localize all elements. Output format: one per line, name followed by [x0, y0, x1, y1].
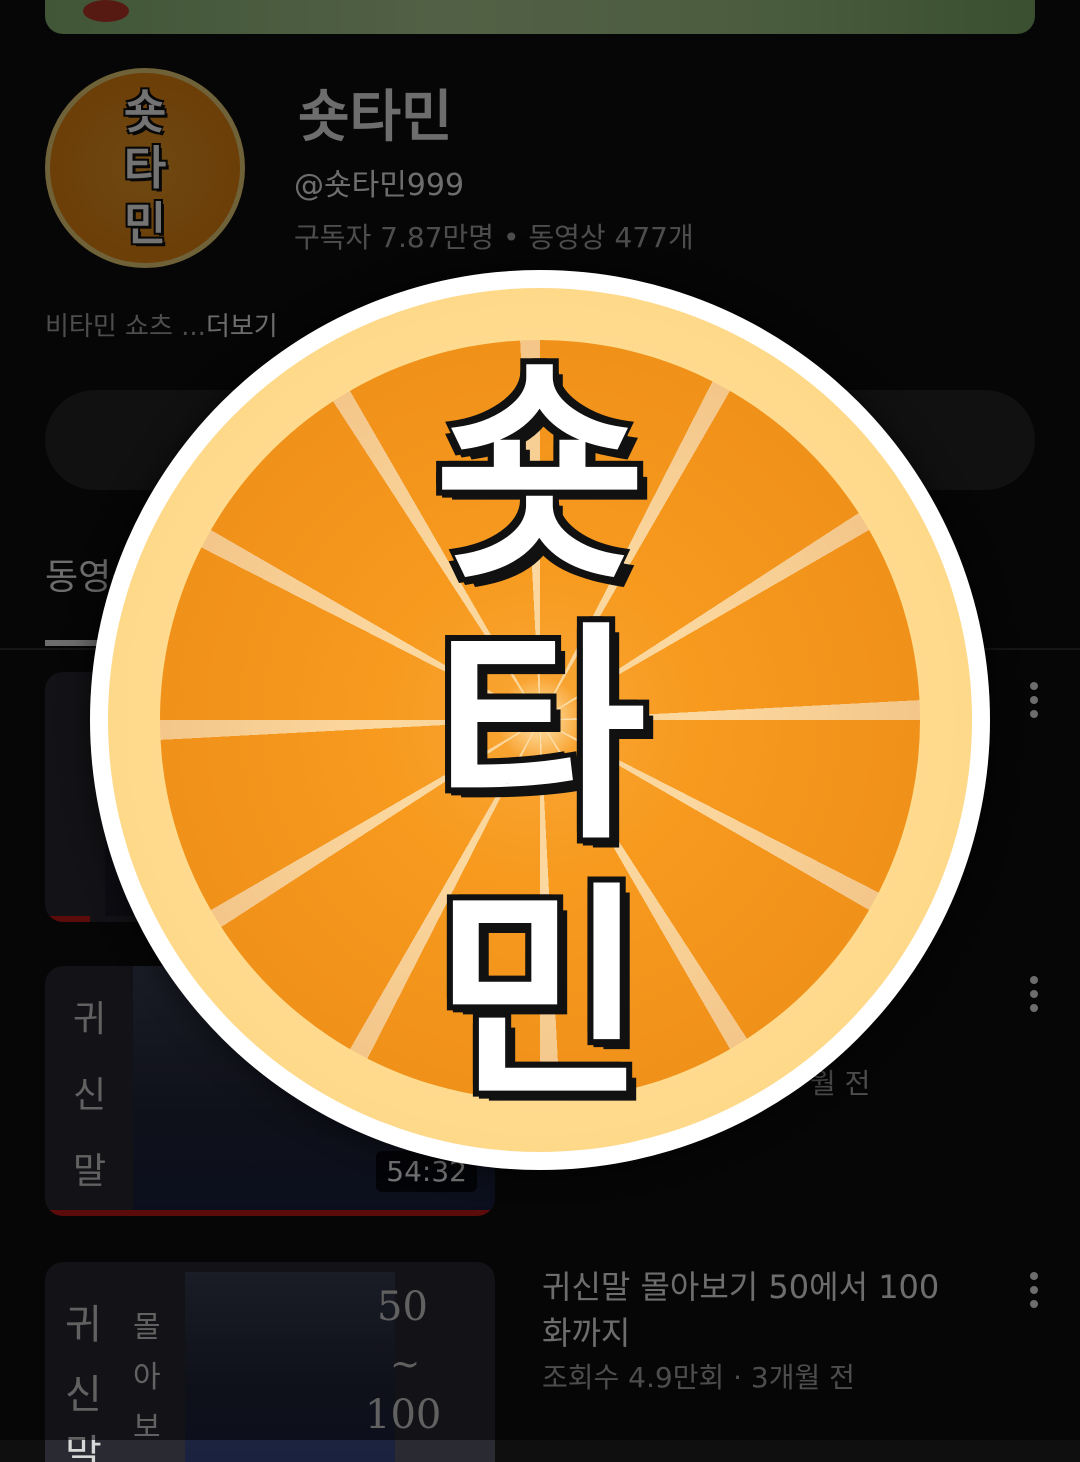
thumb-text-3: 말	[73, 1151, 107, 1192]
thumb-text-1: 귀	[73, 999, 107, 1040]
logo-line-3: 민	[123, 197, 167, 251]
thumb-text-4: 몰	[133, 1310, 161, 1345]
channel-name: 숏타민	[298, 85, 453, 150]
logo-line-2: 타	[123, 141, 167, 195]
watch-progress-bar	[45, 1210, 495, 1216]
description-more-link[interactable]: 더보기	[206, 312, 278, 342]
logo-line-1: 숏	[434, 344, 646, 611]
avatar-preview[interactable]: 숏 타 민	[90, 270, 990, 1170]
watch-progress-bar	[45, 916, 90, 922]
thumb-text-2: 신	[73, 1075, 107, 1116]
thumb-text-5: 아	[133, 1360, 161, 1395]
video-thumbnail-3[interactable]: 귀 신 말 몰 아 보 50 ~ 100	[45, 1262, 495, 1462]
video-3-meta: 조회수 4.9만회 · 3개월 전	[542, 1361, 855, 1394]
video-2-more-icon[interactable]	[1014, 970, 1054, 1020]
avatar-preview-logo: 숏 타 민	[434, 348, 646, 1128]
channel-handle: @숏타민999	[294, 168, 465, 203]
channel-description[interactable]: 비타민 쇼츠 ...더보기	[45, 306, 278, 343]
video-3-more-icon[interactable]	[1014, 1266, 1054, 1316]
video-3-title[interactable]: 귀신말 몰아보기 50에서 100화까지	[542, 1264, 962, 1356]
thumb-text-2: 신	[65, 1372, 102, 1418]
banner-lips-graphic	[83, 0, 129, 22]
avatar-logo: 숏 타 민	[124, 84, 166, 252]
thumb-text-7: 50	[377, 1284, 428, 1330]
thumb-text-3: 말	[65, 1432, 102, 1462]
channel-avatar[interactable]: 숏 타 민	[45, 68, 245, 268]
thumb-text-6: 보	[133, 1410, 161, 1445]
thumb-text-1: 귀	[65, 1302, 102, 1348]
logo-line-3: 민	[434, 864, 646, 1131]
description-text: 비타민 쇼츠 ...	[45, 312, 206, 342]
channel-banner	[45, 0, 1035, 34]
thumbnail-image	[185, 1272, 395, 1462]
thumb-text-8: ~	[390, 1344, 421, 1385]
channel-stats: 구독자 7.87만명 • 동영상 477개	[294, 221, 694, 254]
thumb-text-9: 100	[365, 1392, 442, 1438]
logo-line-2: 타	[434, 604, 646, 871]
logo-line-1: 숏	[123, 85, 167, 139]
video-1-more-icon[interactable]	[1014, 676, 1054, 726]
